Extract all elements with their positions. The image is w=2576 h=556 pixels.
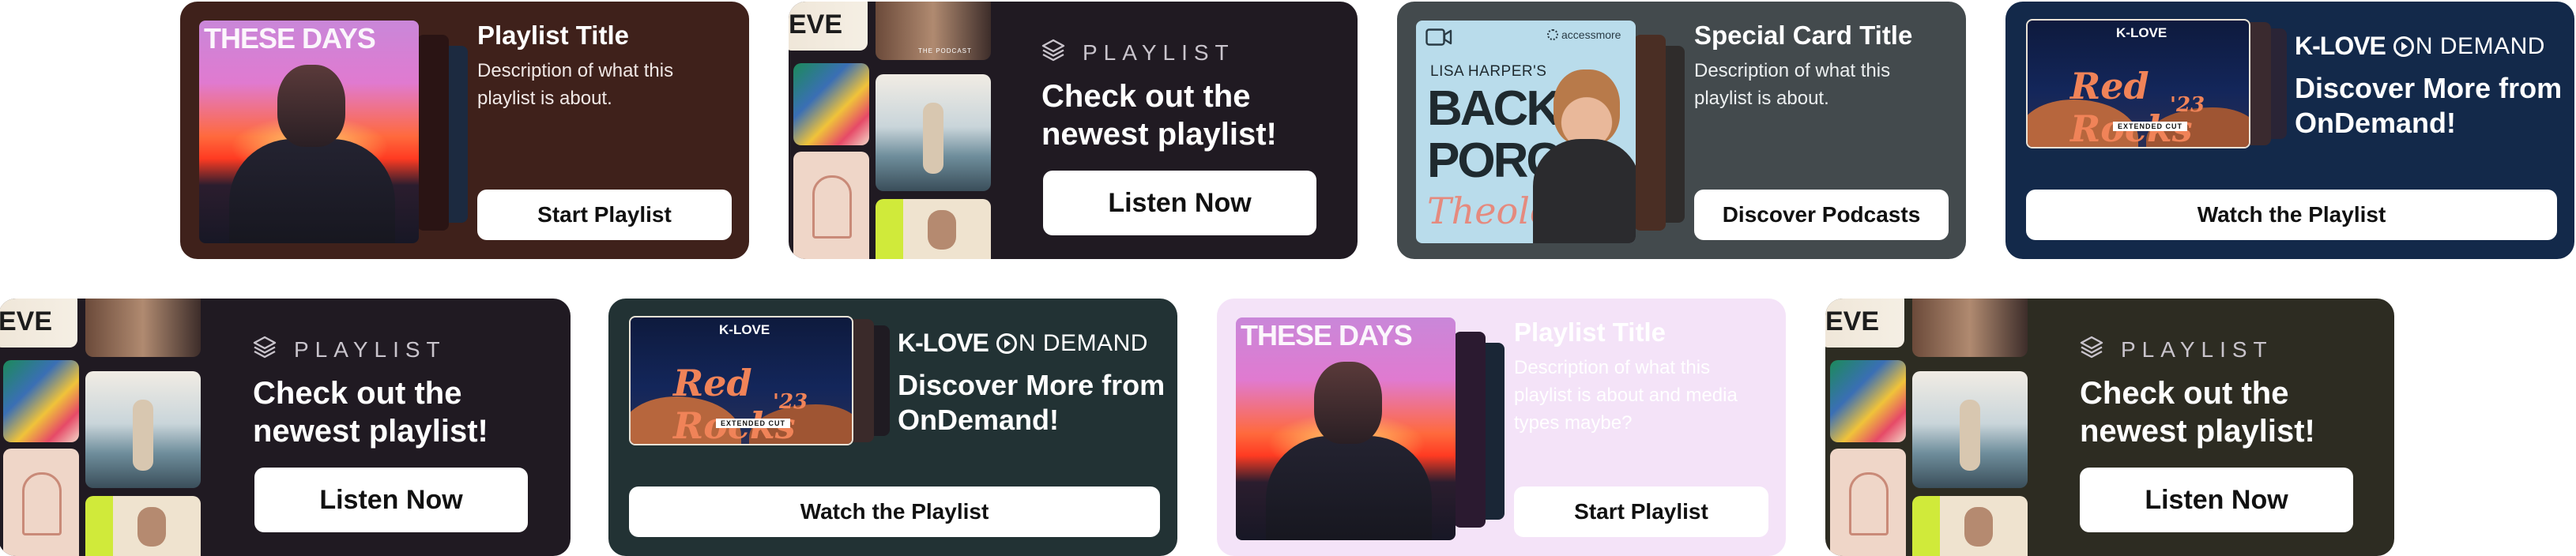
card-title: Playlist Title	[477, 21, 629, 50]
card-title-line: newest playlist!	[2080, 414, 2315, 449]
podcast-card[interactable]: accessmore LISA HARPER'S BACK PORCH Theo…	[1397, 2, 1966, 259]
collage-tile	[1830, 360, 1906, 442]
ondemand-card[interactable]: K-LOVE Red Rocks '23 EXTENDED CUT K-LOVE…	[2005, 2, 2574, 259]
eyebrow-text: PLAYLIST	[1083, 39, 1235, 65]
cover-year: '23	[773, 390, 808, 414]
play-circle-icon	[996, 332, 1017, 354]
collage-tile	[876, 199, 991, 259]
card-description-line: playlist is about.	[477, 88, 612, 109]
card-description-line: types maybe?	[1514, 412, 1633, 434]
card-title: Playlist Title	[1514, 317, 1666, 347]
collage-tile	[3, 360, 79, 442]
playlist-cover-art: THESE DAYS	[1236, 317, 1456, 540]
cover-logo: K-LOVE	[719, 322, 770, 337]
watch-playlist-button[interactable]: Watch the Playlist	[2026, 190, 2557, 240]
play-circle-icon	[2393, 36, 2414, 57]
card-description-line: Description of what this	[1514, 357, 1711, 378]
card-title-line: Discover More from	[2295, 72, 2563, 104]
playlist-promo-card[interactable]: EVE PLAYLIST Check out the newest playli…	[1825, 299, 2394, 556]
brand-icon	[1547, 29, 1558, 40]
card-title-line: newest playlist!	[1041, 117, 1277, 152]
eyebrow-text: PLAYLIST	[294, 336, 446, 362]
ondemand-brand: K-LOVE N DEMAND	[898, 329, 1148, 357]
ondemand-brand: K-LOVE N DEMAND	[2295, 32, 2545, 60]
collage-tile: THE PODCAST	[876, 2, 991, 60]
playlist-card[interactable]: THESE DAYS Playlist Title Description of…	[1217, 299, 1786, 556]
card-title: Special Card Title	[1694, 21, 1913, 50]
listen-now-button[interactable]: Listen Now	[254, 468, 528, 532]
collage-tile	[793, 63, 869, 145]
cover-logo: K-LOVE	[2116, 25, 2167, 40]
discover-podcasts-button[interactable]: Discover Podcasts	[1694, 190, 1949, 240]
cover-title: Red Rocks	[2070, 65, 2193, 147]
watch-playlist-button[interactable]: Watch the Playlist	[629, 486, 1160, 537]
cover-title: THESE DAYS	[204, 22, 376, 54]
collage-tile	[3, 449, 79, 556]
podcast-cover-art: accessmore LISA HARPER'S BACK PORCH Theo…	[1416, 21, 1636, 243]
cover-tag: EXTENDED CUT	[716, 419, 791, 428]
collage-tile	[1912, 496, 2028, 556]
tile-label: THE PODCAST	[918, 47, 972, 54]
collage-tile	[1912, 299, 2028, 357]
brand-mark: accessmore	[1547, 28, 1621, 41]
card-title-line: Discover More from	[898, 369, 1166, 401]
stack-layer	[417, 35, 449, 231]
card-description-line: Description of what this	[477, 60, 674, 81]
card-description-line: playlist is about.	[1694, 88, 1829, 109]
card-description-line: Description of what this	[1694, 60, 1891, 81]
card-title-line: Check out the	[2080, 376, 2289, 411]
collage-tile	[85, 496, 201, 556]
playlist-collage: EVE THE PODCAST	[789, 2, 994, 259]
ondemand-card[interactable]: K-LOVE Red Rocks '23 EXTENDED CUT K-LOVE…	[608, 299, 1177, 556]
cover-tag: EXTENDED CUT	[2113, 122, 2188, 131]
collage-tile	[85, 299, 201, 357]
cover-year: '23	[2170, 93, 2205, 117]
collage-tile	[1830, 449, 1906, 556]
card-description-line: playlist is about and media	[1514, 385, 1738, 406]
ondemand-cover-art: K-LOVE Red Rocks '23 EXTENDED CUT	[629, 316, 853, 445]
stack-layer	[1454, 332, 1486, 528]
eyebrow-label: PLAYLIST	[253, 335, 446, 364]
card-title-line: Check out the	[1041, 79, 1251, 114]
cover-title: THESE DAYS	[1241, 319, 1413, 351]
playlist-collage: EVE	[0, 299, 204, 556]
playlist-collage: EVE	[1825, 299, 2031, 556]
cover-title: Red Rocks	[673, 362, 796, 444]
layers-icon	[2080, 335, 2103, 364]
host-photo	[1533, 70, 1636, 243]
layers-icon	[253, 335, 277, 364]
collage-tile	[1912, 371, 2028, 488]
listen-now-button[interactable]: Listen Now	[2080, 468, 2353, 532]
card-title-line: OnDemand!	[898, 404, 1060, 436]
collage-tile	[85, 371, 201, 488]
podcast-host-name: LISA HARPER'S	[1430, 63, 1547, 80]
layers-icon	[1041, 38, 1065, 67]
eyebrow-label: PLAYLIST	[2080, 335, 2273, 364]
playlist-promo-card[interactable]: EVE THE PODCAST PLAYLIST Check out the n…	[789, 2, 1358, 259]
card-title-line: Check out the	[253, 376, 462, 411]
card-title-line: newest playlist!	[253, 414, 488, 449]
tile-label: EVE	[789, 9, 843, 39]
stack-layer	[1634, 35, 1666, 231]
ondemand-cover-art: K-LOVE Red Rocks '23 EXTENDED CUT	[2026, 19, 2250, 148]
start-playlist-button[interactable]: Start Playlist	[1514, 486, 1768, 537]
playlist-card[interactable]: THESE DAYS Playlist Title Description of…	[180, 2, 749, 259]
listen-now-button[interactable]: Listen Now	[1043, 171, 1316, 235]
collage-tile: EVE	[0, 299, 77, 348]
video-icon	[1425, 28, 1452, 50]
collage-tile: EVE	[789, 2, 868, 51]
playlist-cover-art: THESE DAYS	[199, 21, 419, 243]
eyebrow-label: PLAYLIST	[1041, 38, 1235, 67]
collage-tile	[793, 152, 869, 259]
card-title-line: OnDemand!	[2295, 107, 2457, 139]
playlist-promo-card[interactable]: EVE PLAYLIST Check out the newest playli…	[0, 299, 571, 556]
collage-tile: EVE	[1825, 299, 1904, 348]
start-playlist-button[interactable]: Start Playlist	[477, 190, 732, 240]
eyebrow-text: PLAYLIST	[2121, 336, 2273, 362]
collage-tile	[876, 74, 991, 191]
